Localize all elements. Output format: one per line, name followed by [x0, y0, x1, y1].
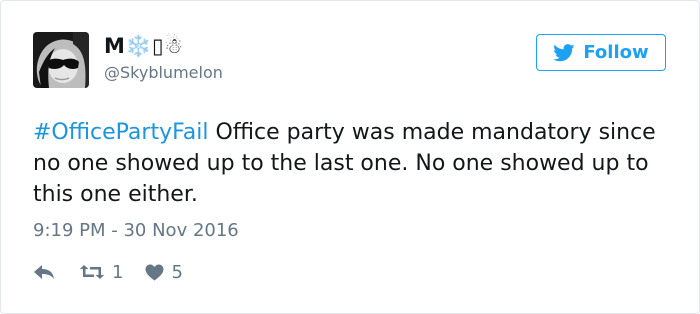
follow-button-label: Follow: [583, 42, 649, 63]
reply-icon: [33, 264, 55, 280]
twitter-bird-icon: [553, 43, 575, 62]
avatar[interactable]: [33, 32, 89, 88]
retweet-button[interactable]: 1: [79, 262, 123, 283]
like-button[interactable]: 5: [145, 261, 183, 283]
heart-icon: [145, 263, 164, 281]
tweet-card: M❄️▯☃ @Skyblumelon Follow #OfficePartyFa…: [0, 0, 700, 314]
user-display-name[interactable]: M❄️▯☃: [104, 34, 183, 59]
tweet-timestamp[interactable]: 9:19 PM - 30 Nov 2016: [33, 220, 239, 241]
follow-button[interactable]: Follow: [536, 34, 666, 71]
tweet-text: #OfficePartyFail Office party was made m…: [33, 117, 663, 210]
like-count: 5: [171, 261, 183, 283]
retweet-count: 1: [112, 261, 124, 283]
retweet-icon: [79, 263, 105, 281]
user-handle[interactable]: @Skyblumelon: [104, 63, 223, 82]
tweet-actions: 1 5: [33, 259, 183, 285]
hashtag-link[interactable]: #OfficePartyFail: [33, 120, 208, 145]
reply-button[interactable]: [33, 264, 55, 280]
